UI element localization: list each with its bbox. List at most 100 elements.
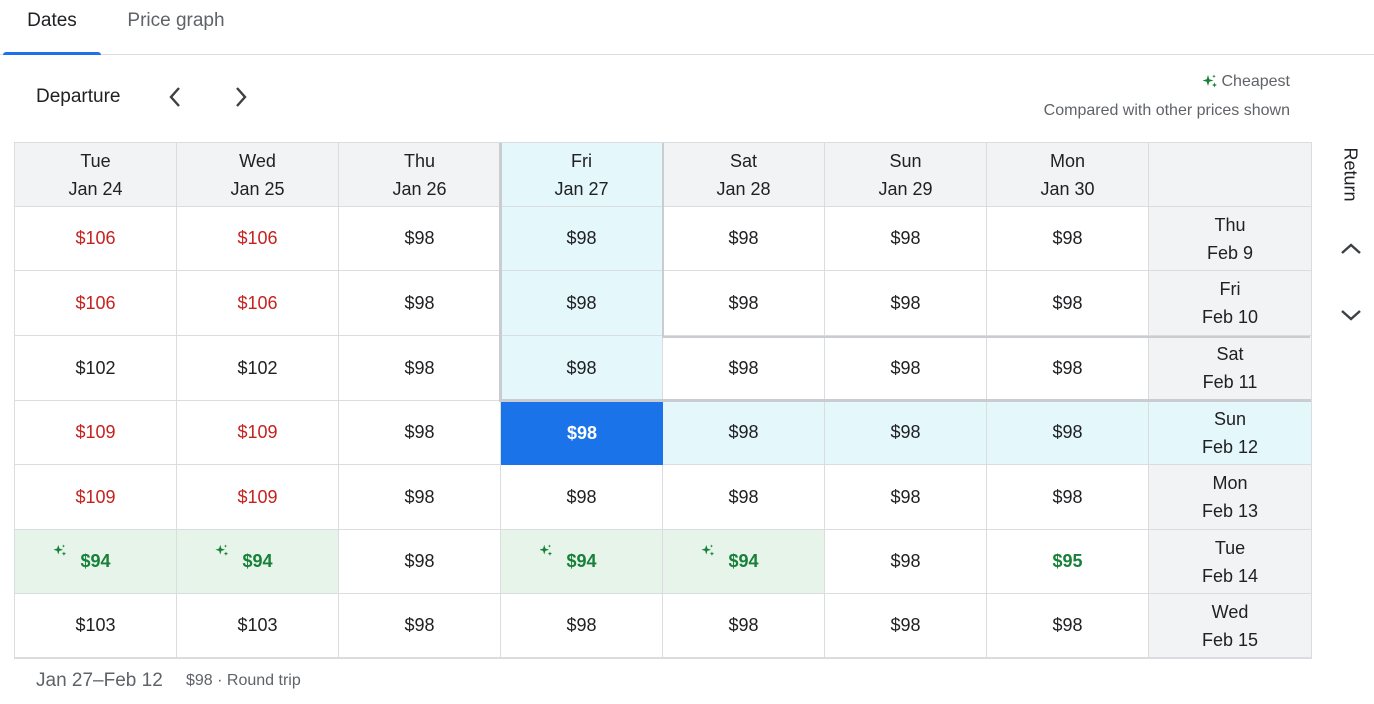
price-cell[interactable]: $95 — [987, 530, 1149, 594]
price-cell[interactable]: $109 — [177, 465, 339, 530]
price-cell[interactable]: $94 — [501, 530, 663, 594]
chevron-down-icon — [1341, 310, 1361, 321]
price-cell[interactable]: $98 — [825, 465, 987, 530]
sparkle-icon — [1202, 74, 1217, 88]
price-value: $102 — [237, 357, 278, 378]
price-cell[interactable]: $103 — [15, 594, 177, 658]
price-value: $98 — [404, 228, 435, 248]
price-value: $106 — [237, 292, 278, 313]
price-cell[interactable]: $106 — [15, 271, 177, 336]
price-cell[interactable]: $109 — [15, 465, 177, 530]
price-cell[interactable]: $94 — [663, 530, 825, 594]
price-cell[interactable]: $98 — [825, 271, 987, 336]
price-cell[interactable]: $98 — [987, 271, 1149, 336]
price-value: $98 — [404, 357, 435, 378]
return-date-header: Tue Feb 14 — [1149, 530, 1311, 594]
price-value: $98 — [728, 486, 759, 507]
price-cell[interactable]: $98 — [501, 401, 663, 465]
price-value: $98 — [890, 292, 921, 313]
price-cell[interactable]: $98 — [339, 207, 501, 271]
departure-day: Fri — [571, 150, 592, 171]
price-cell[interactable]: $94 — [177, 530, 339, 594]
departure-date-header: Wed Jan 25 — [177, 143, 339, 207]
return-date: Feb 15 — [1201, 629, 1259, 650]
price-value: $106 — [75, 292, 116, 313]
departure-date: Jan 26 — [392, 178, 447, 199]
departure-date: Jan 28 — [716, 178, 771, 199]
price-cell[interactable]: $98 — [501, 465, 663, 530]
price-cell[interactable]: $98 — [663, 207, 825, 271]
price-value: $98 — [890, 228, 921, 248]
departure-prev-button[interactable] — [158, 80, 192, 114]
return-date: Feb 13 — [1201, 501, 1259, 521]
price-cell[interactable]: $98 — [501, 336, 663, 401]
compared-note: Compared with other prices shown — [1043, 102, 1290, 119]
price-cell[interactable]: $102 — [15, 336, 177, 401]
selection-outline — [499, 399, 1311, 402]
price-value: $94 — [728, 551, 759, 571]
tab-dates[interactable]: Dates — [3, 0, 101, 55]
price-cell[interactable]: $98 — [825, 401, 987, 465]
departure-date: Jan 25 — [230, 178, 285, 199]
price-cell[interactable]: $98 — [987, 336, 1149, 401]
price-cell[interactable]: $98 — [663, 401, 825, 465]
sparkle-icon — [215, 542, 229, 556]
price-cell[interactable]: $98 — [501, 207, 663, 271]
price-value: $98 — [404, 551, 435, 571]
price-cell[interactable]: $106 — [177, 271, 339, 336]
price-value: $98 — [404, 486, 435, 507]
price-value: $106 — [237, 228, 278, 248]
price-value: $98 — [404, 615, 435, 635]
price-cell[interactable]: $109 — [15, 401, 177, 465]
sparkle-icon — [701, 542, 715, 556]
price-cell[interactable]: $98 — [339, 465, 501, 530]
price-cell[interactable]: $98 — [825, 530, 987, 594]
price-cell[interactable]: $98 — [825, 207, 987, 271]
return-next-button[interactable] — [1334, 298, 1368, 332]
price-cell[interactable]: $98 — [663, 336, 825, 401]
selection-outline — [662, 143, 664, 336]
price-cell[interactable]: $98 — [987, 465, 1149, 530]
price-cell[interactable]: $98 — [825, 594, 987, 658]
departure-date: Jan 29 — [878, 178, 933, 199]
departure-date-header: Fri Jan 27 — [501, 143, 663, 207]
price-cell[interactable]: $98 — [825, 336, 987, 401]
price-cell[interactable]: $106 — [15, 207, 177, 271]
price-cell[interactable]: $106 — [177, 207, 339, 271]
price-cell[interactable]: $103 — [177, 594, 339, 658]
departure-date-header: Sat Jan 28 — [663, 143, 825, 207]
price-value: $98 — [566, 486, 597, 507]
price-cell[interactable]: $98 — [663, 271, 825, 336]
price-cell[interactable]: $98 — [663, 465, 825, 530]
price-value: $98 — [1052, 422, 1083, 442]
price-value: $98 — [566, 292, 597, 313]
price-cell[interactable]: $98 — [663, 594, 825, 658]
cheapest-legend: Cheapest — [1202, 73, 1290, 91]
return-day: Sun — [1213, 408, 1247, 429]
price-value: $98 — [890, 357, 921, 378]
price-cell[interactable]: $98 — [339, 336, 501, 401]
return-day: Mon — [1212, 473, 1248, 493]
price-cell[interactable]: $98 — [339, 401, 501, 465]
price-cell[interactable]: $98 — [987, 594, 1149, 658]
price-value: $106 — [75, 228, 116, 248]
departure-next-button[interactable] — [224, 80, 258, 114]
price-cell[interactable]: $98 — [501, 271, 663, 336]
price-cell[interactable]: $98 — [987, 207, 1149, 271]
tab-price-graph[interactable]: Price graph — [112, 0, 240, 54]
price-cell[interactable]: $94 — [15, 530, 177, 594]
return-day: Sat — [1216, 344, 1244, 364]
return-date-header: Mon Feb 13 — [1149, 465, 1311, 530]
return-prev-button[interactable] — [1334, 232, 1368, 266]
price-cell[interactable]: $98 — [501, 594, 663, 658]
price-cell[interactable]: $102 — [177, 336, 339, 401]
price-cell[interactable]: $98 — [339, 530, 501, 594]
price-value: $103 — [237, 615, 278, 635]
price-cell[interactable]: $98 — [339, 594, 501, 658]
return-date-header: Fri Feb 10 — [1149, 271, 1311, 336]
chevron-right-icon — [236, 87, 247, 107]
price-cell[interactable]: $109 — [177, 401, 339, 465]
price-cell[interactable]: $98 — [987, 401, 1149, 465]
price-cell[interactable]: $98 — [339, 271, 501, 336]
price-value: $98 — [566, 422, 598, 443]
